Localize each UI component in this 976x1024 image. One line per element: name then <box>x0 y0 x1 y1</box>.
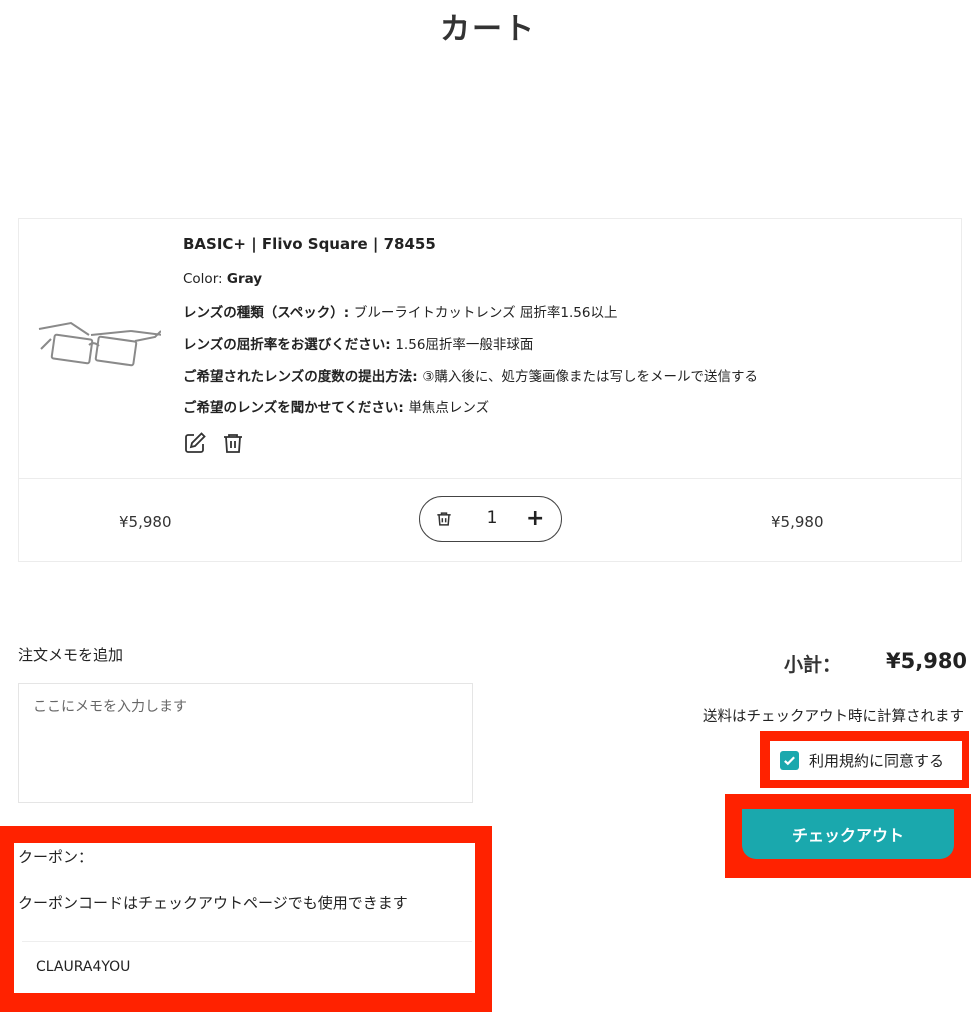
terms-checkbox[interactable] <box>780 751 799 770</box>
product-name[interactable]: BASIC+ | Flivo Square | 78455 <box>183 235 436 253</box>
subtotal-label: 小計： <box>784 654 842 676</box>
cart-item: BASIC+ | Flivo Square | 78455 Color: Gra… <box>18 218 962 562</box>
trash-icon[interactable] <box>221 431 245 455</box>
edit-icon[interactable] <box>183 431 207 455</box>
quantity-stepper[interactable]: 1 + <box>419 496 562 542</box>
unit-price: ¥5,980 <box>119 513 172 531</box>
increase-quantity-button[interactable]: + <box>526 505 544 533</box>
shipping-note: 送料はチェックアウト時に計算されます <box>703 709 964 725</box>
terms-agreement[interactable]: 利用規約に同意する <box>770 741 962 780</box>
coupon-label: クーポン： <box>18 848 94 866</box>
order-memo-field[interactable] <box>18 683 473 803</box>
product-option-lens-focus: ご希望のレンズを聞かせてください: 単焦点レンズ <box>183 400 490 416</box>
checkout-button[interactable]: チェックアウト <box>742 809 954 859</box>
product-option-lens-type: レンズの種類（スペック）: ブルーライトカットレンズ 屈折率1.56以上 <box>183 305 618 321</box>
page-title: カート <box>440 12 536 47</box>
coupon-note: クーポンコードはチェックアウトページでも使用できます <box>18 894 408 912</box>
quantity-value: 1 <box>486 508 498 528</box>
product-option-prescription-method: ご希望されたレンズの度数の提出方法: ③購入後に、処方箋画像または写しをメールで… <box>183 369 759 385</box>
line-total: ¥5,980 <box>771 513 824 531</box>
row-divider <box>19 478 961 479</box>
coupon-code-input[interactable] <box>22 941 472 991</box>
product-option-color: Color: Gray <box>183 271 263 287</box>
memo-label: 注文メモを追加 <box>18 646 124 664</box>
subtotal-value: ¥5,980 <box>886 649 968 673</box>
terms-label[interactable]: 利用規約に同意する <box>809 750 944 771</box>
item-actions <box>183 431 245 455</box>
product-option-refractive-index: レンズの屈折率をお選びください: 1.56屈折率一般非球面 <box>183 337 534 353</box>
product-image[interactable] <box>31 309 161 384</box>
checkmark-icon <box>784 756 795 766</box>
remove-item-icon[interactable] <box>434 509 454 529</box>
